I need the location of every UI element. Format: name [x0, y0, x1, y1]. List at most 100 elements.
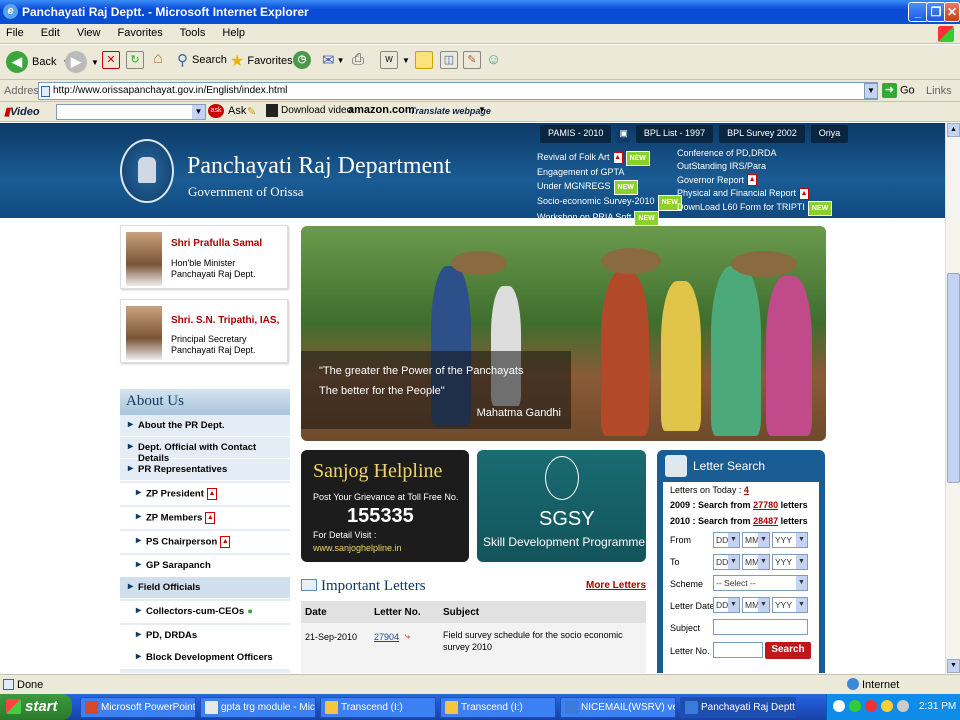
- emblem-icon: [545, 456, 579, 500]
- more-letters-link[interactable]: More Letters: [586, 580, 646, 591]
- search-button[interactable]: ⚲ Search: [177, 51, 227, 69]
- envelope-icon: [301, 579, 317, 591]
- close-button[interactable]: ✕: [944, 2, 960, 22]
- usb-icon[interactable]: [897, 700, 909, 712]
- link-bpl-survey[interactable]: BPL Survey 2002: [719, 125, 805, 143]
- menu-help[interactable]: Help: [222, 27, 245, 39]
- task-nicemail[interactable]: NICEMAIL(WSRV) ver...: [560, 697, 676, 718]
- favorites-button[interactable]: ★ Favorites: [230, 51, 293, 71]
- news-item[interactable]: OutStanding IRS/Para: [677, 160, 832, 173]
- refresh-button[interactable]: ↻: [126, 51, 144, 69]
- scheme-select[interactable]: -- Select --: [713, 575, 808, 591]
- tools-button[interactable]: ✎: [463, 51, 481, 69]
- print-button[interactable]: ⎙: [352, 51, 364, 68]
- go-button[interactable]: ➜ Go: [882, 83, 922, 100]
- address-input[interactable]: http://www.orissapanchayat.gov.in/Englis…: [38, 82, 878, 100]
- mail-button[interactable]: ✉ ▼: [322, 51, 345, 69]
- messenger-button[interactable]: ◫: [440, 51, 458, 69]
- nav-ps-chairperson[interactable]: PS Chairperson▲: [120, 531, 290, 553]
- window-title-bar[interactable]: e Panchayati Raj Deptt. - Microsoft Inte…: [0, 0, 960, 24]
- letter-no-input[interactable]: [713, 642, 763, 658]
- news-item[interactable]: DownLoad L60 Form for TRIPTI NEW: [677, 200, 833, 217]
- letter-number-link[interactable]: 27904: [374, 631, 399, 643]
- nav-dept-official[interactable]: Dept. Official with Contact Details: [120, 437, 290, 464]
- scroll-up-button[interactable]: ▲: [947, 123, 960, 137]
- scroll-down-button[interactable]: ▼: [947, 659, 960, 673]
- news-item[interactable]: Socio-economic Survey-2010 NEW: [537, 195, 682, 211]
- amazon-button[interactable]: amazon.com: [348, 104, 415, 116]
- news-item[interactable]: Revival of Folk Art ▲ NEW: [537, 151, 682, 167]
- nav-zp-members[interactable]: ZP Members▲: [120, 507, 290, 529]
- task-transcend-1[interactable]: Transcend (I:): [320, 697, 436, 718]
- nav-field-officials[interactable]: Field Officials: [120, 577, 290, 599]
- from-day-select[interactable]: DD: [713, 532, 740, 548]
- menu-tools[interactable]: Tools: [180, 27, 206, 39]
- task-gpta[interactable]: gpta trg module - Mic...: [200, 697, 316, 718]
- volume-icon[interactable]: [881, 700, 893, 712]
- mail-icon: ✉: [322, 52, 335, 69]
- nav-gp-sarapanch[interactable]: GP Sarapanch: [120, 555, 290, 577]
- minimize-button[interactable]: _: [908, 2, 928, 22]
- chevron-down-icon[interactable]: ▼: [478, 105, 486, 114]
- task-panchayati[interactable]: Panchayati Raj Deptt. ...: [680, 697, 796, 718]
- to-year-select[interactable]: YYY: [772, 554, 808, 570]
- history-button[interactable]: ◷: [293, 51, 311, 69]
- scroll-thumb[interactable]: [947, 273, 960, 483]
- sgsy-banner[interactable]: SGSY Skill Development Programme: [477, 450, 646, 562]
- ask-icon: ask: [208, 104, 224, 118]
- news-item[interactable]: Engagement of GPTA: [537, 166, 682, 179]
- emblem-logo-icon: [120, 139, 174, 203]
- nav-pd-drdas[interactable]: PD, DRDAs: [120, 625, 290, 647]
- news-item[interactable]: Under MGNREGS NEW: [537, 179, 682, 196]
- subject-input[interactable]: [713, 619, 808, 635]
- nav-pr-representatives[interactable]: PR Representatives: [120, 459, 290, 481]
- ask-button[interactable]: Ask: [228, 105, 246, 117]
- news-item[interactable]: Workshop on PRIA Soft NEW: [537, 210, 682, 227]
- link-pamis[interactable]: PAMIS - 2010: [540, 125, 612, 143]
- to-month-select[interactable]: MM: [742, 554, 770, 570]
- address-dropdown-button[interactable]: ▼: [864, 83, 878, 99]
- contacts-button[interactable]: ☺: [486, 51, 501, 68]
- letter-day-select[interactable]: DD: [713, 597, 740, 613]
- from-year-select[interactable]: YYY: [772, 532, 808, 548]
- nav-bdo[interactable]: Block Development Officers: [120, 647, 290, 669]
- download-video-button[interactable]: Download video: [281, 105, 352, 116]
- task-powerpoint[interactable]: Microsoft PowerPoint ...: [80, 697, 196, 718]
- vertical-scrollbar[interactable]: ▲ ▼: [945, 123, 960, 673]
- forward-button[interactable]: ▶ ▼: [65, 51, 99, 73]
- menu-edit[interactable]: Edit: [41, 27, 60, 39]
- home-button[interactable]: ⌂: [149, 51, 167, 69]
- start-button[interactable]: start: [0, 694, 72, 720]
- menu-file[interactable]: File: [6, 27, 24, 39]
- to-day-select[interactable]: DD: [713, 554, 740, 570]
- back-tray-icon[interactable]: [833, 700, 845, 712]
- nav-about-pr-dept[interactable]: About the PR Dept.: [120, 415, 290, 437]
- video-search-select[interactable]: [56, 104, 206, 120]
- from-month-select[interactable]: MM: [742, 532, 770, 548]
- news-item[interactable]: Conference of PD,DRDA: [677, 147, 832, 160]
- edit-button[interactable]: W ▼: [380, 51, 410, 69]
- network-icon[interactable]: [849, 700, 861, 712]
- back-button[interactable]: ◀ Back ▼: [6, 51, 70, 73]
- notes-button[interactable]: [415, 51, 433, 69]
- links-button[interactable]: Links: [926, 85, 952, 97]
- menu-favorites[interactable]: Favorites: [118, 27, 163, 39]
- menu-view[interactable]: View: [77, 27, 101, 39]
- news-item[interactable]: Physical and Financial Report ▲: [677, 187, 832, 200]
- letter-year-select[interactable]: YYY: [772, 597, 808, 613]
- search-button[interactable]: Search: [765, 642, 811, 659]
- maximize-button[interactable]: ❐: [926, 2, 946, 22]
- pdf-icon[interactable]: ⤷: [405, 630, 410, 642]
- link-bpl-list[interactable]: BPL List - 1997: [635, 125, 714, 143]
- link-oriya[interactable]: Oriya: [810, 125, 849, 143]
- news-item[interactable]: Governor Report ▲: [677, 174, 832, 187]
- antivirus-icon[interactable]: [865, 700, 877, 712]
- letter-month-select[interactable]: MM: [742, 597, 770, 613]
- task-transcend-2[interactable]: Transcend (I:): [440, 697, 556, 718]
- stop-button[interactable]: ✕: [102, 51, 120, 69]
- pencil-icon[interactable]: ✎: [247, 105, 256, 118]
- nav-zp-president[interactable]: ZP President▲: [120, 483, 290, 505]
- stop-icon: ✕: [102, 51, 120, 69]
- nav-collectors[interactable]: Collectors-cum-CEOs●: [120, 601, 290, 623]
- sanjog-helpline-banner[interactable]: Sanjog Helpline Post Your Grievance at T…: [301, 450, 469, 562]
